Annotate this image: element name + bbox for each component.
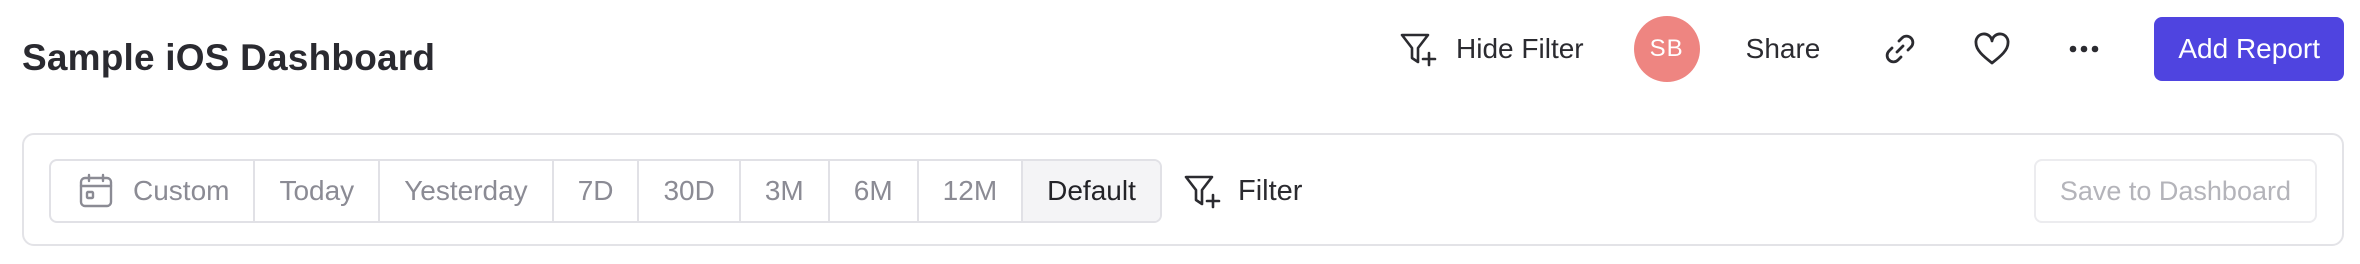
calendar-icon	[77, 172, 115, 210]
hide-filter-button[interactable]: Hide Filter	[1398, 21, 1584, 77]
date-range-custom[interactable]: Custom	[51, 161, 256, 221]
more-options-button[interactable]	[2062, 27, 2106, 71]
date-range-default[interactable]: Default	[1023, 161, 1160, 221]
hide-filter-label: Hide Filter	[1456, 33, 1584, 64]
date-range-6m[interactable]: 6M	[830, 161, 919, 221]
copy-link-button[interactable]	[1878, 27, 1922, 71]
date-range-label: Custom	[133, 175, 230, 206]
filter-add-icon	[1182, 171, 1222, 211]
date-range-selector: Custom Today Yesterday 7D 30D 3M 6M 12M …	[49, 159, 1162, 223]
share-button[interactable]: Share	[1746, 21, 1821, 77]
filter-add-icon	[1398, 29, 1438, 69]
date-range-30d[interactable]: 30D	[639, 161, 741, 221]
date-range-3m[interactable]: 3M	[741, 161, 830, 221]
more-icon	[2069, 44, 2099, 54]
date-range-12m[interactable]: 12M	[919, 161, 1024, 221]
date-range-today[interactable]: Today	[255, 161, 381, 221]
header-actions: Hide Filter SB Share Add Report	[1398, 16, 2344, 82]
avatar[interactable]: SB	[1633, 16, 1700, 82]
link-icon	[1883, 32, 1917, 66]
heart-icon	[1973, 32, 2011, 66]
save-to-dashboard-button[interactable]: Save to Dashboard	[2033, 159, 2317, 223]
filter-label: Filter	[1238, 174, 1303, 207]
add-report-button[interactable]: Add Report	[2154, 17, 2344, 81]
avatar-initials: SB	[1649, 35, 1684, 62]
date-range-yesterday[interactable]: Yesterday	[380, 161, 554, 221]
dashboard-header: Sample iOS Dashboard Hide Filter SB Shar…	[0, 0, 2360, 120]
favorite-button[interactable]	[1970, 27, 2014, 71]
date-range-7d[interactable]: 7D	[554, 161, 640, 221]
filter-bar: Custom Today Yesterday 7D 30D 3M 6M 12M …	[22, 133, 2344, 246]
page-title: Sample iOS Dashboard	[22, 37, 436, 78]
filter-button[interactable]: Filter	[1182, 159, 1302, 223]
